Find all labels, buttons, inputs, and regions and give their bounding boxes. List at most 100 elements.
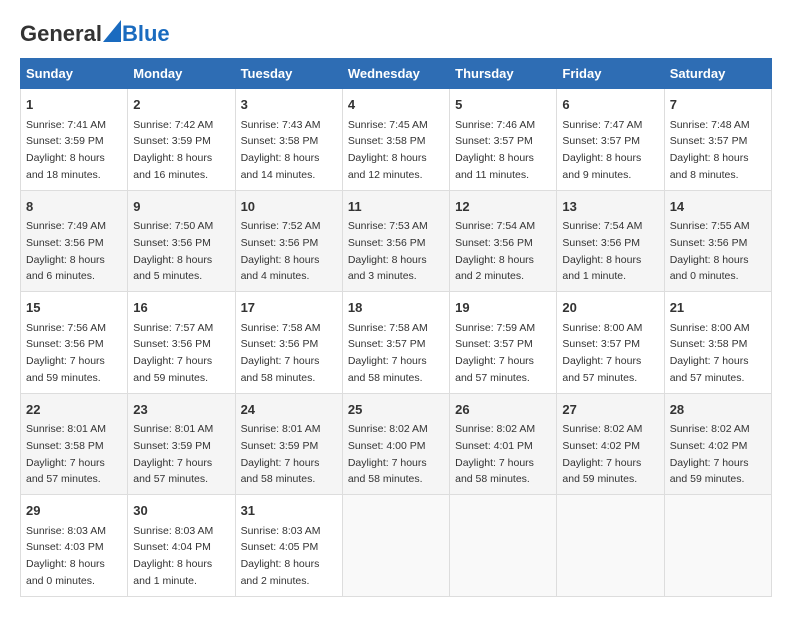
day-of-week-header: Friday bbox=[557, 59, 664, 89]
day-info: Sunrise: 8:02 AMSunset: 4:00 PMDaylight:… bbox=[348, 423, 428, 485]
calendar-cell: 23 Sunrise: 8:01 AMSunset: 3:59 PMDayligh… bbox=[128, 393, 235, 495]
logo-blue-text: Blue bbox=[122, 21, 170, 47]
day-of-week-header: Saturday bbox=[664, 59, 771, 89]
calendar-cell: 13 Sunrise: 7:54 AMSunset: 3:56 PMDayligh… bbox=[557, 190, 664, 292]
day-number: 2 bbox=[133, 95, 229, 115]
calendar-week-row: 22 Sunrise: 8:01 AMSunset: 3:58 PMDayligh… bbox=[21, 393, 772, 495]
calendar-cell: 19 Sunrise: 7:59 AMSunset: 3:57 PMDayligh… bbox=[450, 292, 557, 394]
calendar-cell: 12 Sunrise: 7:54 AMSunset: 3:56 PMDayligh… bbox=[450, 190, 557, 292]
day-number: 19 bbox=[455, 298, 551, 318]
calendar-cell bbox=[557, 495, 664, 597]
calendar-cell: 5 Sunrise: 7:46 AMSunset: 3:57 PMDaylight… bbox=[450, 89, 557, 191]
day-info: Sunrise: 7:53 AMSunset: 3:56 PMDaylight:… bbox=[348, 220, 428, 282]
day-info: Sunrise: 7:48 AMSunset: 3:57 PMDaylight:… bbox=[670, 119, 750, 181]
day-info: Sunrise: 7:59 AMSunset: 3:57 PMDaylight:… bbox=[455, 322, 535, 384]
day-info: Sunrise: 8:03 AMSunset: 4:03 PMDaylight:… bbox=[26, 525, 106, 587]
day-number: 8 bbox=[26, 197, 122, 217]
calendar-cell: 8 Sunrise: 7:49 AMSunset: 3:56 PMDaylight… bbox=[21, 190, 128, 292]
calendar-cell: 3Sunrise: 7:43 AMSunset: 3:58 PMDaylight… bbox=[235, 89, 342, 191]
day-number: 30 bbox=[133, 501, 229, 521]
calendar-week-row: 29 Sunrise: 8:03 AMSunset: 4:03 PMDayligh… bbox=[21, 495, 772, 597]
calendar-cell: 26 Sunrise: 8:02 AMSunset: 4:01 PMDayligh… bbox=[450, 393, 557, 495]
calendar-cell: 31 Sunrise: 8:03 AMSunset: 4:05 PMDayligh… bbox=[235, 495, 342, 597]
day-number: 27 bbox=[562, 400, 658, 420]
day-info: Sunrise: 8:02 AMSunset: 4:01 PMDaylight:… bbox=[455, 423, 535, 485]
page-header: General Blue bbox=[20, 20, 772, 48]
day-info: Sunrise: 7:58 AMSunset: 3:56 PMDaylight:… bbox=[241, 322, 321, 384]
day-number: 31 bbox=[241, 501, 337, 521]
day-number: 29 bbox=[26, 501, 122, 521]
day-number: 20 bbox=[562, 298, 658, 318]
day-info: Sunrise: 7:56 AMSunset: 3:56 PMDaylight:… bbox=[26, 322, 106, 384]
calendar-cell: 15 Sunrise: 7:56 AMSunset: 3:56 PMDayligh… bbox=[21, 292, 128, 394]
day-info: Sunrise: 8:00 AMSunset: 3:57 PMDaylight:… bbox=[562, 322, 642, 384]
calendar-cell: 14 Sunrise: 7:55 AMSunset: 3:56 PMDayligh… bbox=[664, 190, 771, 292]
day-number: 5 bbox=[455, 95, 551, 115]
day-info: Sunrise: 7:57 AMSunset: 3:56 PMDaylight:… bbox=[133, 322, 213, 384]
day-of-week-header: Monday bbox=[128, 59, 235, 89]
calendar-cell: 2 Sunrise: 7:42 AMSunset: 3:59 PMDaylight… bbox=[128, 89, 235, 191]
day-info: Sunrise: 7:54 AMSunset: 3:56 PMDaylight:… bbox=[562, 220, 642, 282]
day-number: 3 bbox=[241, 95, 337, 115]
logo-general-text: General bbox=[20, 21, 102, 47]
calendar-cell: 24Sunrise: 8:01 AMSunset: 3:59 PMDayligh… bbox=[235, 393, 342, 495]
logo-triangle-icon bbox=[103, 20, 121, 42]
calendar-cell: 21 Sunrise: 8:00 AMSunset: 3:58 PMDayligh… bbox=[664, 292, 771, 394]
day-number: 4 bbox=[348, 95, 444, 115]
day-number: 11 bbox=[348, 197, 444, 217]
day-info: Sunrise: 7:49 AMSunset: 3:56 PMDaylight:… bbox=[26, 220, 106, 282]
day-number: 9 bbox=[133, 197, 229, 217]
day-info: Sunrise: 8:03 AMSunset: 4:05 PMDaylight:… bbox=[241, 525, 321, 587]
day-number: 28 bbox=[670, 400, 766, 420]
day-number: 1 bbox=[26, 95, 122, 115]
day-info: Sunrise: 8:03 AMSunset: 4:04 PMDaylight:… bbox=[133, 525, 213, 587]
calendar-cell: 6Sunrise: 7:47 AMSunset: 3:57 PMDaylight… bbox=[557, 89, 664, 191]
calendar-cell: 16Sunrise: 7:57 AMSunset: 3:56 PMDayligh… bbox=[128, 292, 235, 394]
calendar-cell: 4 Sunrise: 7:45 AMSunset: 3:58 PMDaylight… bbox=[342, 89, 449, 191]
day-info: Sunrise: 8:00 AMSunset: 3:58 PMDaylight:… bbox=[670, 322, 750, 384]
calendar-cell: 20 Sunrise: 8:00 AMSunset: 3:57 PMDayligh… bbox=[557, 292, 664, 394]
day-info: Sunrise: 7:55 AMSunset: 3:56 PMDaylight:… bbox=[670, 220, 750, 282]
day-info: Sunrise: 8:01 AMSunset: 3:58 PMDaylight:… bbox=[26, 423, 106, 485]
calendar-cell: 29 Sunrise: 8:03 AMSunset: 4:03 PMDayligh… bbox=[21, 495, 128, 597]
day-number: 7 bbox=[670, 95, 766, 115]
day-number: 6 bbox=[562, 95, 658, 115]
day-info: Sunrise: 7:42 AMSunset: 3:59 PMDaylight:… bbox=[133, 119, 213, 181]
calendar-week-row: 8 Sunrise: 7:49 AMSunset: 3:56 PMDaylight… bbox=[21, 190, 772, 292]
calendar-cell: 11 Sunrise: 7:53 AMSunset: 3:56 PMDayligh… bbox=[342, 190, 449, 292]
calendar-cell: 9 Sunrise: 7:50 AMSunset: 3:56 PMDaylight… bbox=[128, 190, 235, 292]
calendar-cell: 10Sunrise: 7:52 AMSunset: 3:56 PMDayligh… bbox=[235, 190, 342, 292]
day-number: 21 bbox=[670, 298, 766, 318]
day-info: Sunrise: 8:02 AMSunset: 4:02 PMDaylight:… bbox=[562, 423, 642, 485]
day-number: 14 bbox=[670, 197, 766, 217]
calendar-header-row: SundayMondayTuesdayWednesdayThursdayFrid… bbox=[21, 59, 772, 89]
day-info: Sunrise: 7:46 AMSunset: 3:57 PMDaylight:… bbox=[455, 119, 535, 181]
day-number: 13 bbox=[562, 197, 658, 217]
day-info: Sunrise: 8:02 AMSunset: 4:02 PMDaylight:… bbox=[670, 423, 750, 485]
calendar-table: SundayMondayTuesdayWednesdayThursdayFrid… bbox=[20, 58, 772, 597]
day-number: 23 bbox=[133, 400, 229, 420]
day-number: 12 bbox=[455, 197, 551, 217]
calendar-cell bbox=[664, 495, 771, 597]
day-of-week-header: Wednesday bbox=[342, 59, 449, 89]
day-number: 22 bbox=[26, 400, 122, 420]
day-of-week-header: Tuesday bbox=[235, 59, 342, 89]
day-number: 26 bbox=[455, 400, 551, 420]
day-info: Sunrise: 7:58 AMSunset: 3:57 PMDaylight:… bbox=[348, 322, 428, 384]
day-number: 10 bbox=[241, 197, 337, 217]
day-number: 24 bbox=[241, 400, 337, 420]
day-info: Sunrise: 7:54 AMSunset: 3:56 PMDaylight:… bbox=[455, 220, 535, 282]
day-number: 15 bbox=[26, 298, 122, 318]
calendar-cell: 28 Sunrise: 8:02 AMSunset: 4:02 PMDayligh… bbox=[664, 393, 771, 495]
calendar-cell: 25 Sunrise: 8:02 AMSunset: 4:00 PMDayligh… bbox=[342, 393, 449, 495]
day-info: Sunrise: 7:45 AMSunset: 3:58 PMDaylight:… bbox=[348, 119, 428, 181]
day-info: Sunrise: 7:50 AMSunset: 3:56 PMDaylight:… bbox=[133, 220, 213, 282]
calendar-cell: 18Sunrise: 7:58 AMSunset: 3:57 PMDayligh… bbox=[342, 292, 449, 394]
calendar-cell: 17Sunrise: 7:58 AMSunset: 3:56 PMDayligh… bbox=[235, 292, 342, 394]
day-number: 25 bbox=[348, 400, 444, 420]
calendar-cell: 1Sunrise: 7:41 AMSunset: 3:59 PMDaylight… bbox=[21, 89, 128, 191]
logo: General Blue bbox=[20, 20, 170, 48]
day-of-week-header: Sunday bbox=[21, 59, 128, 89]
day-info: Sunrise: 8:01 AMSunset: 3:59 PMDaylight:… bbox=[133, 423, 213, 485]
calendar-cell bbox=[450, 495, 557, 597]
